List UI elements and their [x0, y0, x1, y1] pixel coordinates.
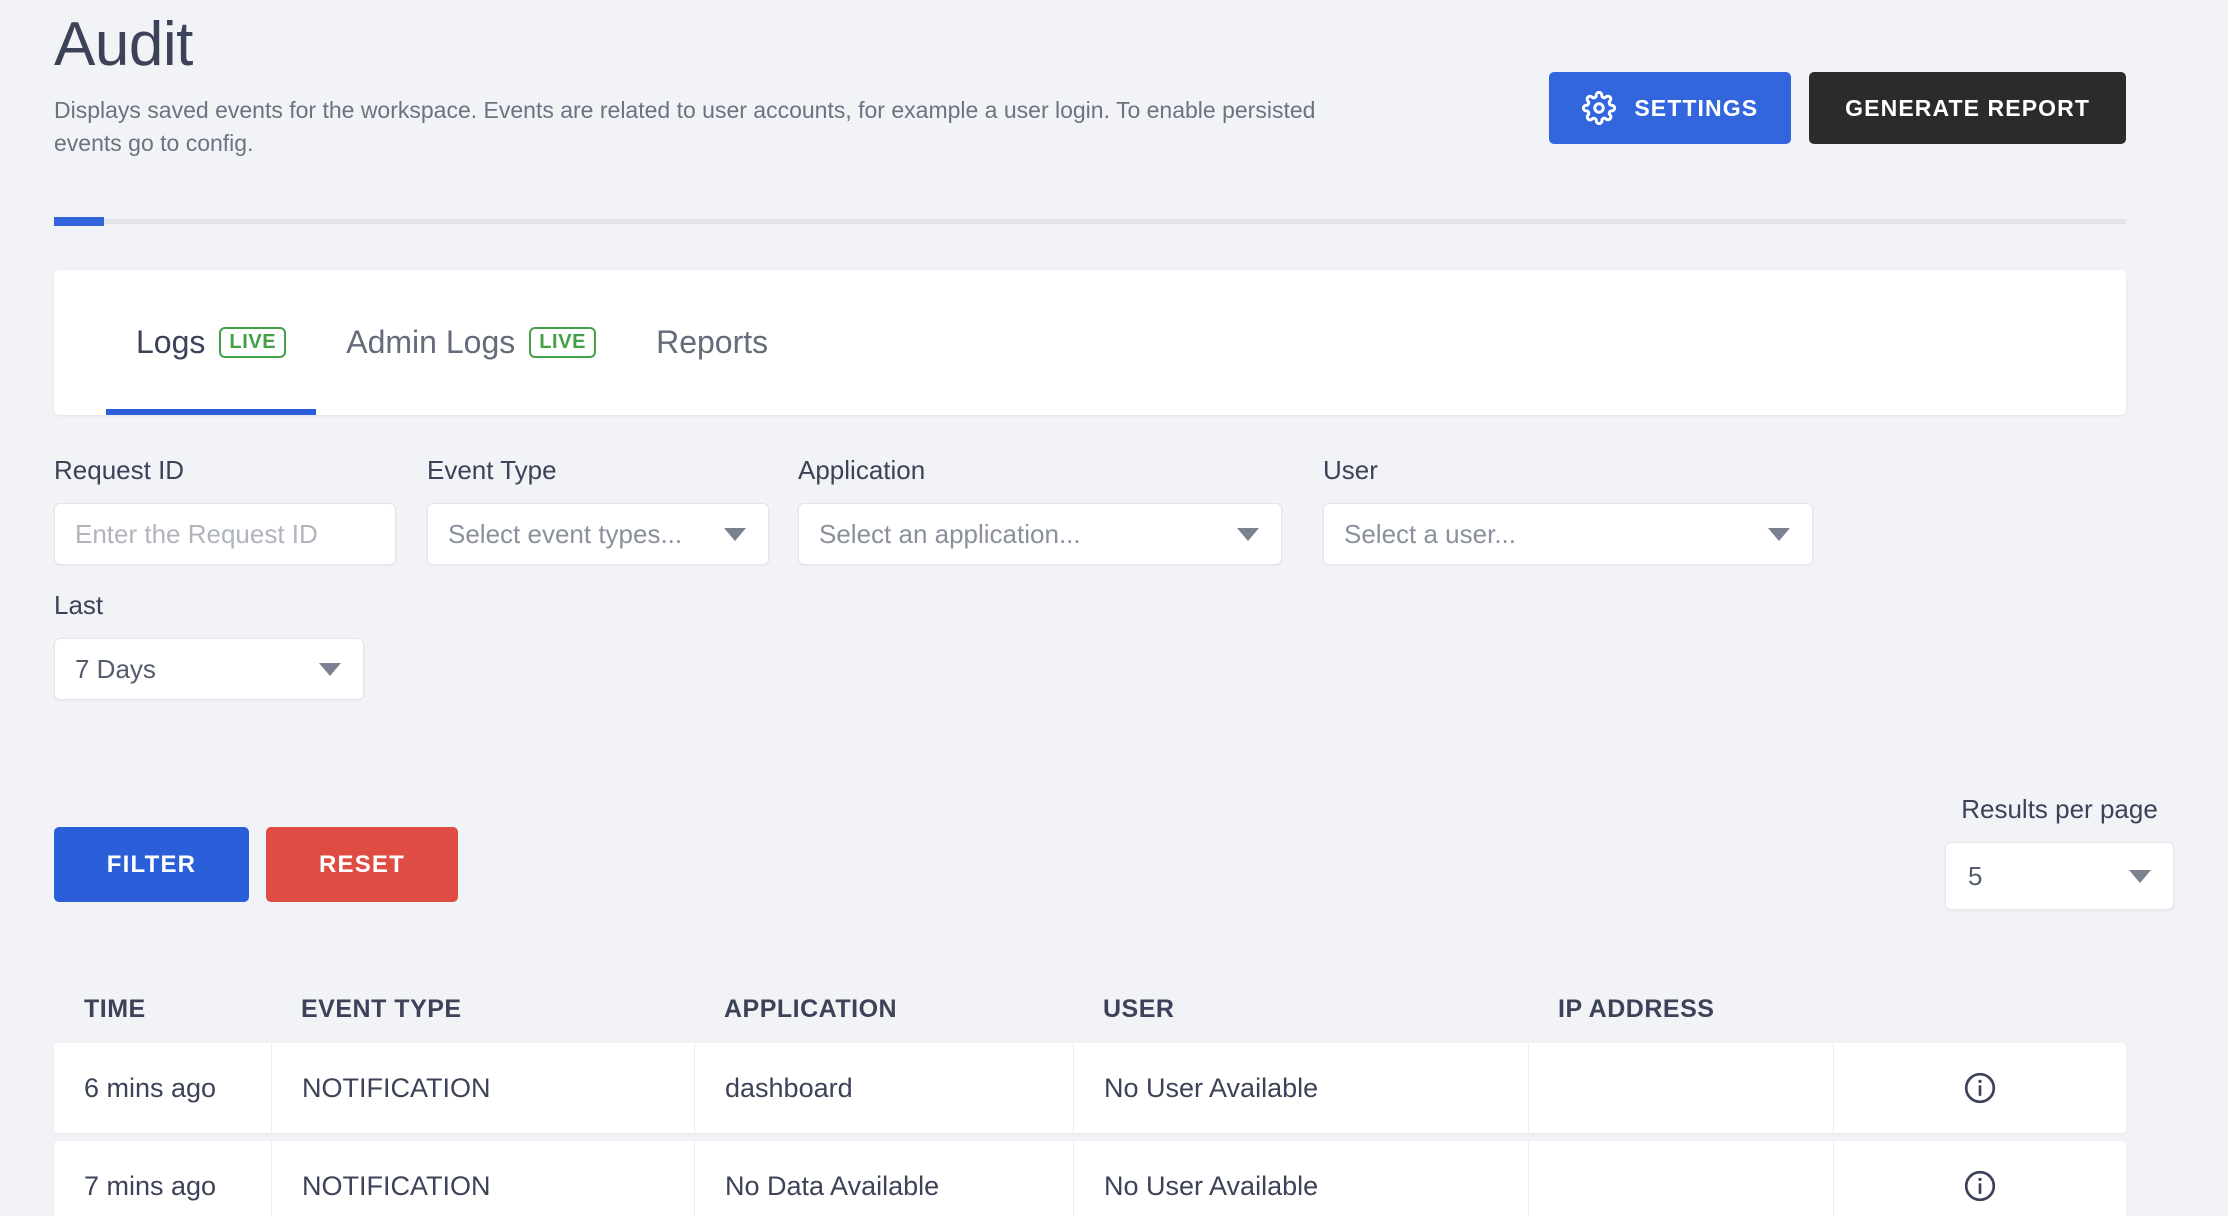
filter-button[interactable]: FILTER: [54, 827, 249, 902]
application-label: Application: [798, 455, 926, 485]
cell-ip-address: [1528, 1043, 1833, 1133]
filter-button-label: FILTER: [106, 850, 197, 878]
table-row[interactable]: 6 mins ago NOTIFICATION dashboard No Use…: [54, 1043, 2126, 1133]
application-select[interactable]: Select an application...: [798, 503, 1282, 565]
results-per-page-value: 5: [1968, 860, 1983, 891]
last-label: Last: [54, 590, 104, 620]
page-title: Audit: [54, 10, 193, 79]
page-header: Audit Displays saved events for the work…: [54, 14, 2126, 161]
cell-user: No User Available: [1073, 1141, 1528, 1216]
field-user: User Select a user...: [1323, 455, 1813, 565]
filter-row-2: Last 7 Days: [54, 590, 2126, 700]
column-header-time: TIME: [84, 994, 146, 1023]
settings-button-label: SETTINGS: [1634, 94, 1759, 121]
chevron-down-icon: [724, 527, 746, 541]
reset-button[interactable]: RESET: [266, 827, 458, 902]
field-event-type: Event Type Select event types...: [427, 455, 769, 565]
progress-bar-fill: [54, 217, 104, 226]
last-select[interactable]: 7 Days: [54, 638, 364, 700]
table-row[interactable]: 7 mins ago NOTIFICATION No Data Availabl…: [54, 1141, 2126, 1216]
request-id-label: Request ID: [54, 455, 185, 485]
audit-page: Audit Displays saved events for the work…: [0, 0, 2228, 1216]
column-header-event-type: EVENT TYPE: [301, 994, 462, 1023]
progress-bar-track: [54, 217, 2126, 226]
filter-row-1: Request ID Enter the Request ID Event Ty…: [54, 455, 2126, 565]
cell-time: 6 mins ago: [84, 1072, 217, 1103]
settings-button[interactable]: SETTINGS: [1549, 72, 1792, 144]
user-select[interactable]: Select a user...: [1323, 503, 1813, 565]
cell-application: No Data Available: [694, 1141, 1073, 1216]
chevron-down-icon: [1237, 527, 1259, 541]
user-value: Select a user...: [1344, 518, 1516, 549]
tab-logs-live-badge: LIVE: [219, 327, 287, 358]
chevron-down-icon: [319, 662, 341, 676]
tab-list: Logs LIVE Admin Logs LIVE Reports: [54, 270, 798, 415]
request-id-placeholder: Enter the Request ID: [75, 518, 318, 549]
event-type-select[interactable]: Select event types...: [427, 503, 769, 565]
results-per-page: Results per page 5: [1945, 794, 2174, 910]
cell-user: No User Available: [1073, 1043, 1528, 1133]
chevron-down-icon: [2129, 869, 2151, 883]
info-circle-icon[interactable]: [1962, 1168, 1998, 1204]
table-header-row: TIME EVENT TYPE APPLICATION USER IP ADDR…: [54, 975, 2126, 1043]
last-value: 7 Days: [75, 653, 156, 684]
cell-info-action[interactable]: [1833, 1043, 2126, 1133]
event-type-label: Event Type: [427, 455, 557, 485]
column-header-user: USER: [1103, 994, 1175, 1023]
filter-actions: FILTER RESET: [54, 827, 458, 902]
user-label: User: [1323, 455, 1378, 485]
generate-report-label: GENERATE REPORT: [1845, 94, 2090, 121]
gear-icon: [1582, 91, 1617, 125]
results-per-page-label: Results per page: [1961, 794, 2158, 824]
header-actions: SETTINGS GENERATE REPORT: [1549, 72, 2126, 144]
application-value: Select an application...: [819, 518, 1081, 549]
cell-time: 7 mins ago: [84, 1170, 217, 1201]
cell-application: dashboard: [694, 1043, 1073, 1133]
chevron-down-icon: [1768, 527, 1790, 541]
field-last: Last 7 Days: [54, 590, 364, 700]
info-circle-icon[interactable]: [1962, 1070, 1998, 1106]
field-application: Application Select an application...: [798, 455, 1282, 565]
filter-panel: Request ID Enter the Request ID Event Ty…: [54, 455, 2126, 700]
cell-event-type: NOTIFICATION: [271, 1043, 694, 1133]
tab-logs-label: Logs: [136, 324, 206, 360]
audit-log-table: TIME EVENT TYPE APPLICATION USER IP ADDR…: [54, 975, 2126, 1216]
generate-report-button[interactable]: GENERATE REPORT: [1809, 72, 2126, 144]
tab-admin-logs[interactable]: Admin Logs LIVE: [316, 270, 626, 415]
cell-info-action[interactable]: [1833, 1141, 2126, 1216]
cell-event-type: NOTIFICATION: [271, 1141, 694, 1216]
field-request-id: Request ID Enter the Request ID: [54, 455, 396, 565]
tab-logs[interactable]: Logs LIVE: [106, 270, 317, 415]
request-id-input[interactable]: Enter the Request ID: [54, 503, 396, 565]
column-header-ip-address: IP ADDRESS: [1558, 994, 1715, 1023]
event-type-value: Select event types...: [448, 518, 683, 549]
cell-ip-address: [1528, 1141, 1833, 1216]
tabs-card: Logs LIVE Admin Logs LIVE Reports: [54, 270, 2126, 415]
reset-button-label: RESET: [318, 850, 405, 878]
page-description: Displays saved events for the workspace.…: [54, 97, 1316, 157]
tab-admin-logs-live-badge: LIVE: [529, 327, 597, 358]
tab-reports[interactable]: Reports: [626, 270, 798, 415]
column-header-application: APPLICATION: [724, 994, 898, 1023]
tab-admin-logs-label: Admin Logs: [346, 324, 516, 360]
results-per-page-select[interactable]: 5: [1945, 842, 2174, 910]
tab-reports-label: Reports: [656, 324, 769, 360]
